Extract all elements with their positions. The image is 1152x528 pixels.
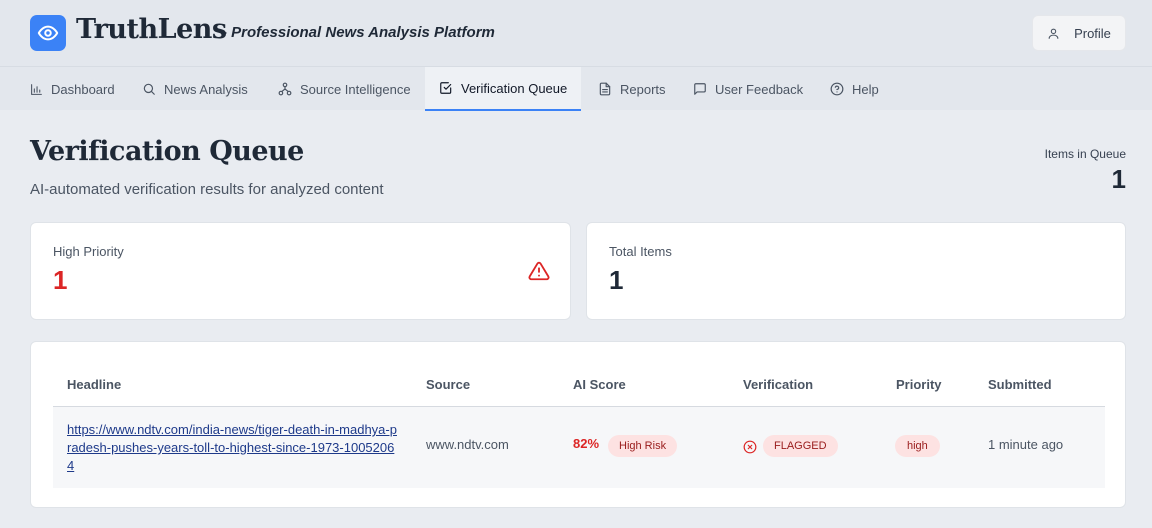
column-header-headline[interactable]: Headline [67, 377, 121, 392]
high-priority-value: 1 [53, 265, 68, 295]
high-priority-card: High Priority 1 [30, 222, 571, 320]
column-header-ai-score[interactable]: AI Score [573, 377, 626, 392]
submitted-time: 1 minute ago [988, 437, 1064, 452]
search-icon [143, 83, 155, 95]
column-header-source[interactable]: Source [426, 377, 470, 392]
brand-tagline: - Professional News Analysis Platform [222, 24, 495, 41]
queue-count-label: Items in Queue [1044, 147, 1126, 161]
headline-link[interactable]: https://www.ndtv.com/india-news/tiger-de… [67, 421, 397, 475]
column-header-priority[interactable]: Priority [896, 377, 942, 392]
table-row[interactable]: https://www.ndtv.com/india-news/tiger-de… [53, 407, 1105, 488]
chat-icon [694, 83, 706, 95]
ai-score-value: 82% [573, 436, 600, 451]
total-items-value: 1 [609, 265, 624, 295]
high-priority-label: High Priority [53, 244, 124, 259]
page-subtitle: AI-automated verification results for an… [30, 181, 384, 198]
tab-verification-queue[interactable]: Verification Queue [425, 67, 582, 111]
risk-badge: High Risk [608, 435, 678, 457]
verification-table: Headline Source AI Score Verification Pr… [30, 341, 1126, 508]
source-cell: www.ndtv.com [426, 437, 509, 452]
total-items-label: Total Items [609, 244, 672, 259]
tab-source-intelligence[interactable]: Source Intelligence [278, 67, 411, 111]
eye-logo-icon[interactable] [30, 15, 66, 51]
profile-label: Profile [1074, 25, 1111, 41]
column-header-verification[interactable]: Verification [743, 377, 813, 392]
tab-reports[interactable]: Reports [598, 67, 666, 111]
document-icon [599, 82, 611, 96]
network-icon [278, 82, 292, 96]
page-title: Verification Queue [30, 136, 304, 167]
tab-user-feedback[interactable]: User Feedback [693, 67, 803, 111]
verification-status-badge: FLAGGED [763, 435, 838, 457]
brand-name: TruthLens [76, 14, 227, 45]
queue-count-value: 1 [1111, 164, 1126, 194]
user-icon [1048, 28, 1059, 39]
check-square-icon [440, 82, 452, 94]
main-nav: Dashboard News Analysis Source Intellige… [0, 66, 1152, 111]
column-header-submitted[interactable]: Submitted [988, 377, 1052, 392]
bar-chart-icon [31, 83, 42, 95]
app-header: TruthLens - Professional News Analysis P… [0, 0, 1152, 66]
warning-triangle-icon [528, 261, 550, 281]
tab-help[interactable]: Help [830, 67, 879, 111]
priority-badge: high [895, 435, 940, 457]
x-circle-icon [743, 440, 757, 454]
tab-news-analysis[interactable]: News Analysis [142, 67, 248, 111]
total-items-card: Total Items 1 [586, 222, 1126, 320]
help-circle-icon [830, 82, 844, 96]
tab-dashboard[interactable]: Dashboard [30, 67, 115, 111]
profile-button[interactable]: Profile [1032, 15, 1126, 51]
